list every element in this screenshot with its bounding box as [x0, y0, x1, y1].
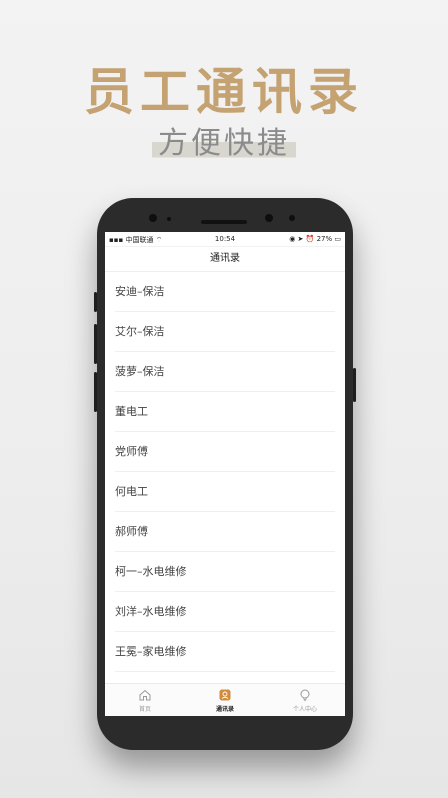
list-item[interactable]: 何电工 [105, 472, 345, 512]
battery-icon: ▭ [332, 235, 341, 243]
contacts-icon [219, 689, 231, 701]
list-item[interactable]: 柯一–水电维修 [105, 552, 345, 592]
volume-down-button [94, 372, 97, 412]
front-camera-icon [149, 214, 157, 222]
status-right: ◉ ➤ ⏰ 27% ▭ [289, 235, 341, 243]
phone-frame: ▪▪▪ 中国联通 ⌔ 10:54 ◉ ➤ ⏰ 27% ▭ 通讯录 安迪–保洁 艾… [94, 198, 356, 750]
battery-percent: 27% [316, 235, 333, 243]
list-item[interactable]: 艾尔–保洁 [105, 312, 345, 352]
tab-home[interactable]: 首页 [105, 684, 185, 716]
volume-up-button [94, 324, 97, 364]
status-bar: ▪▪▪ 中国联通 ⌔ 10:54 ◉ ➤ ⏰ 27% ▭ [105, 232, 345, 247]
location-icon: ◉ ➤ ⏰ [289, 235, 317, 243]
proximity-sensor-icon [289, 215, 295, 221]
banner-title: 员工通讯录 [84, 62, 364, 121]
mute-switch [94, 292, 97, 312]
list-item[interactable]: 郝师傅 [105, 512, 345, 552]
list-item[interactable]: 安迪–保洁 [105, 272, 345, 312]
home-icon [139, 689, 151, 701]
tab-profile[interactable]: 个人中心 [265, 684, 345, 716]
banner-subtitle-text: 方便快捷 [152, 118, 296, 162]
list-item[interactable]: 董电工 [105, 392, 345, 432]
list-item[interactable]: 菠萝–保洁 [105, 352, 345, 392]
iris-scanner-icon [265, 214, 273, 222]
phone-screen: ▪▪▪ 中国联通 ⌔ 10:54 ◉ ➤ ⏰ 27% ▭ 通讯录 安迪–保洁 艾… [105, 232, 345, 716]
list-item[interactable]: 刘洋–水电维修 [105, 592, 345, 632]
speaker-grille [201, 220, 247, 224]
banner-subtitle: 方便快捷 [0, 118, 448, 162]
power-button [353, 368, 356, 402]
tab-bar: 首页 通讯录 个人中心 [105, 683, 345, 716]
sensor-icon [167, 217, 171, 221]
page-title: 通讯录 [105, 247, 345, 272]
contact-list: 安迪–保洁 艾尔–保洁 菠萝–保洁 董电工 党师傅 何电工 郝师傅 柯一–水电维… [105, 272, 345, 672]
tab-contacts[interactable]: 通讯录 [185, 684, 265, 716]
list-item[interactable]: 党师傅 [105, 432, 345, 472]
person-icon [300, 689, 310, 702]
list-item[interactable]: 王冕–家电维修 [105, 632, 345, 672]
tab-profile-label: 个人中心 [292, 706, 317, 713]
tab-home-label: 首页 [138, 706, 151, 713]
tab-contacts-label: 通讯录 [215, 706, 234, 713]
